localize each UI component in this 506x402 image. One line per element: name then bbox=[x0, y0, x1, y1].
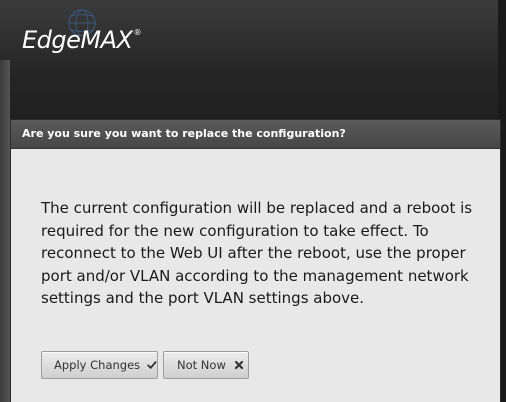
dialog-title: Are you sure you want to replace the con… bbox=[22, 127, 346, 140]
dialog-message: The current configuration will be replac… bbox=[41, 199, 473, 307]
not-now-label: Not Now bbox=[177, 358, 226, 372]
checkmark-icon bbox=[147, 361, 157, 369]
app-header: EdgeMAX® bbox=[0, 0, 506, 120]
apply-changes-button[interactable]: Apply Changes bbox=[41, 351, 158, 379]
background-panel-edge bbox=[0, 60, 10, 402]
edgemax-logo: EdgeMAX® bbox=[22, 26, 141, 54]
dialog-titlebar[interactable]: Are you sure you want to replace the con… bbox=[11, 120, 500, 149]
apply-changes-label: Apply Changes bbox=[54, 358, 141, 372]
confirm-replace-dialog: Are you sure you want to replace the con… bbox=[11, 120, 500, 402]
trademark-mark: ® bbox=[133, 28, 141, 37]
not-now-button[interactable]: Not Now bbox=[163, 351, 249, 379]
close-icon bbox=[234, 360, 243, 370]
logo-text: EdgeMAX bbox=[22, 26, 133, 54]
